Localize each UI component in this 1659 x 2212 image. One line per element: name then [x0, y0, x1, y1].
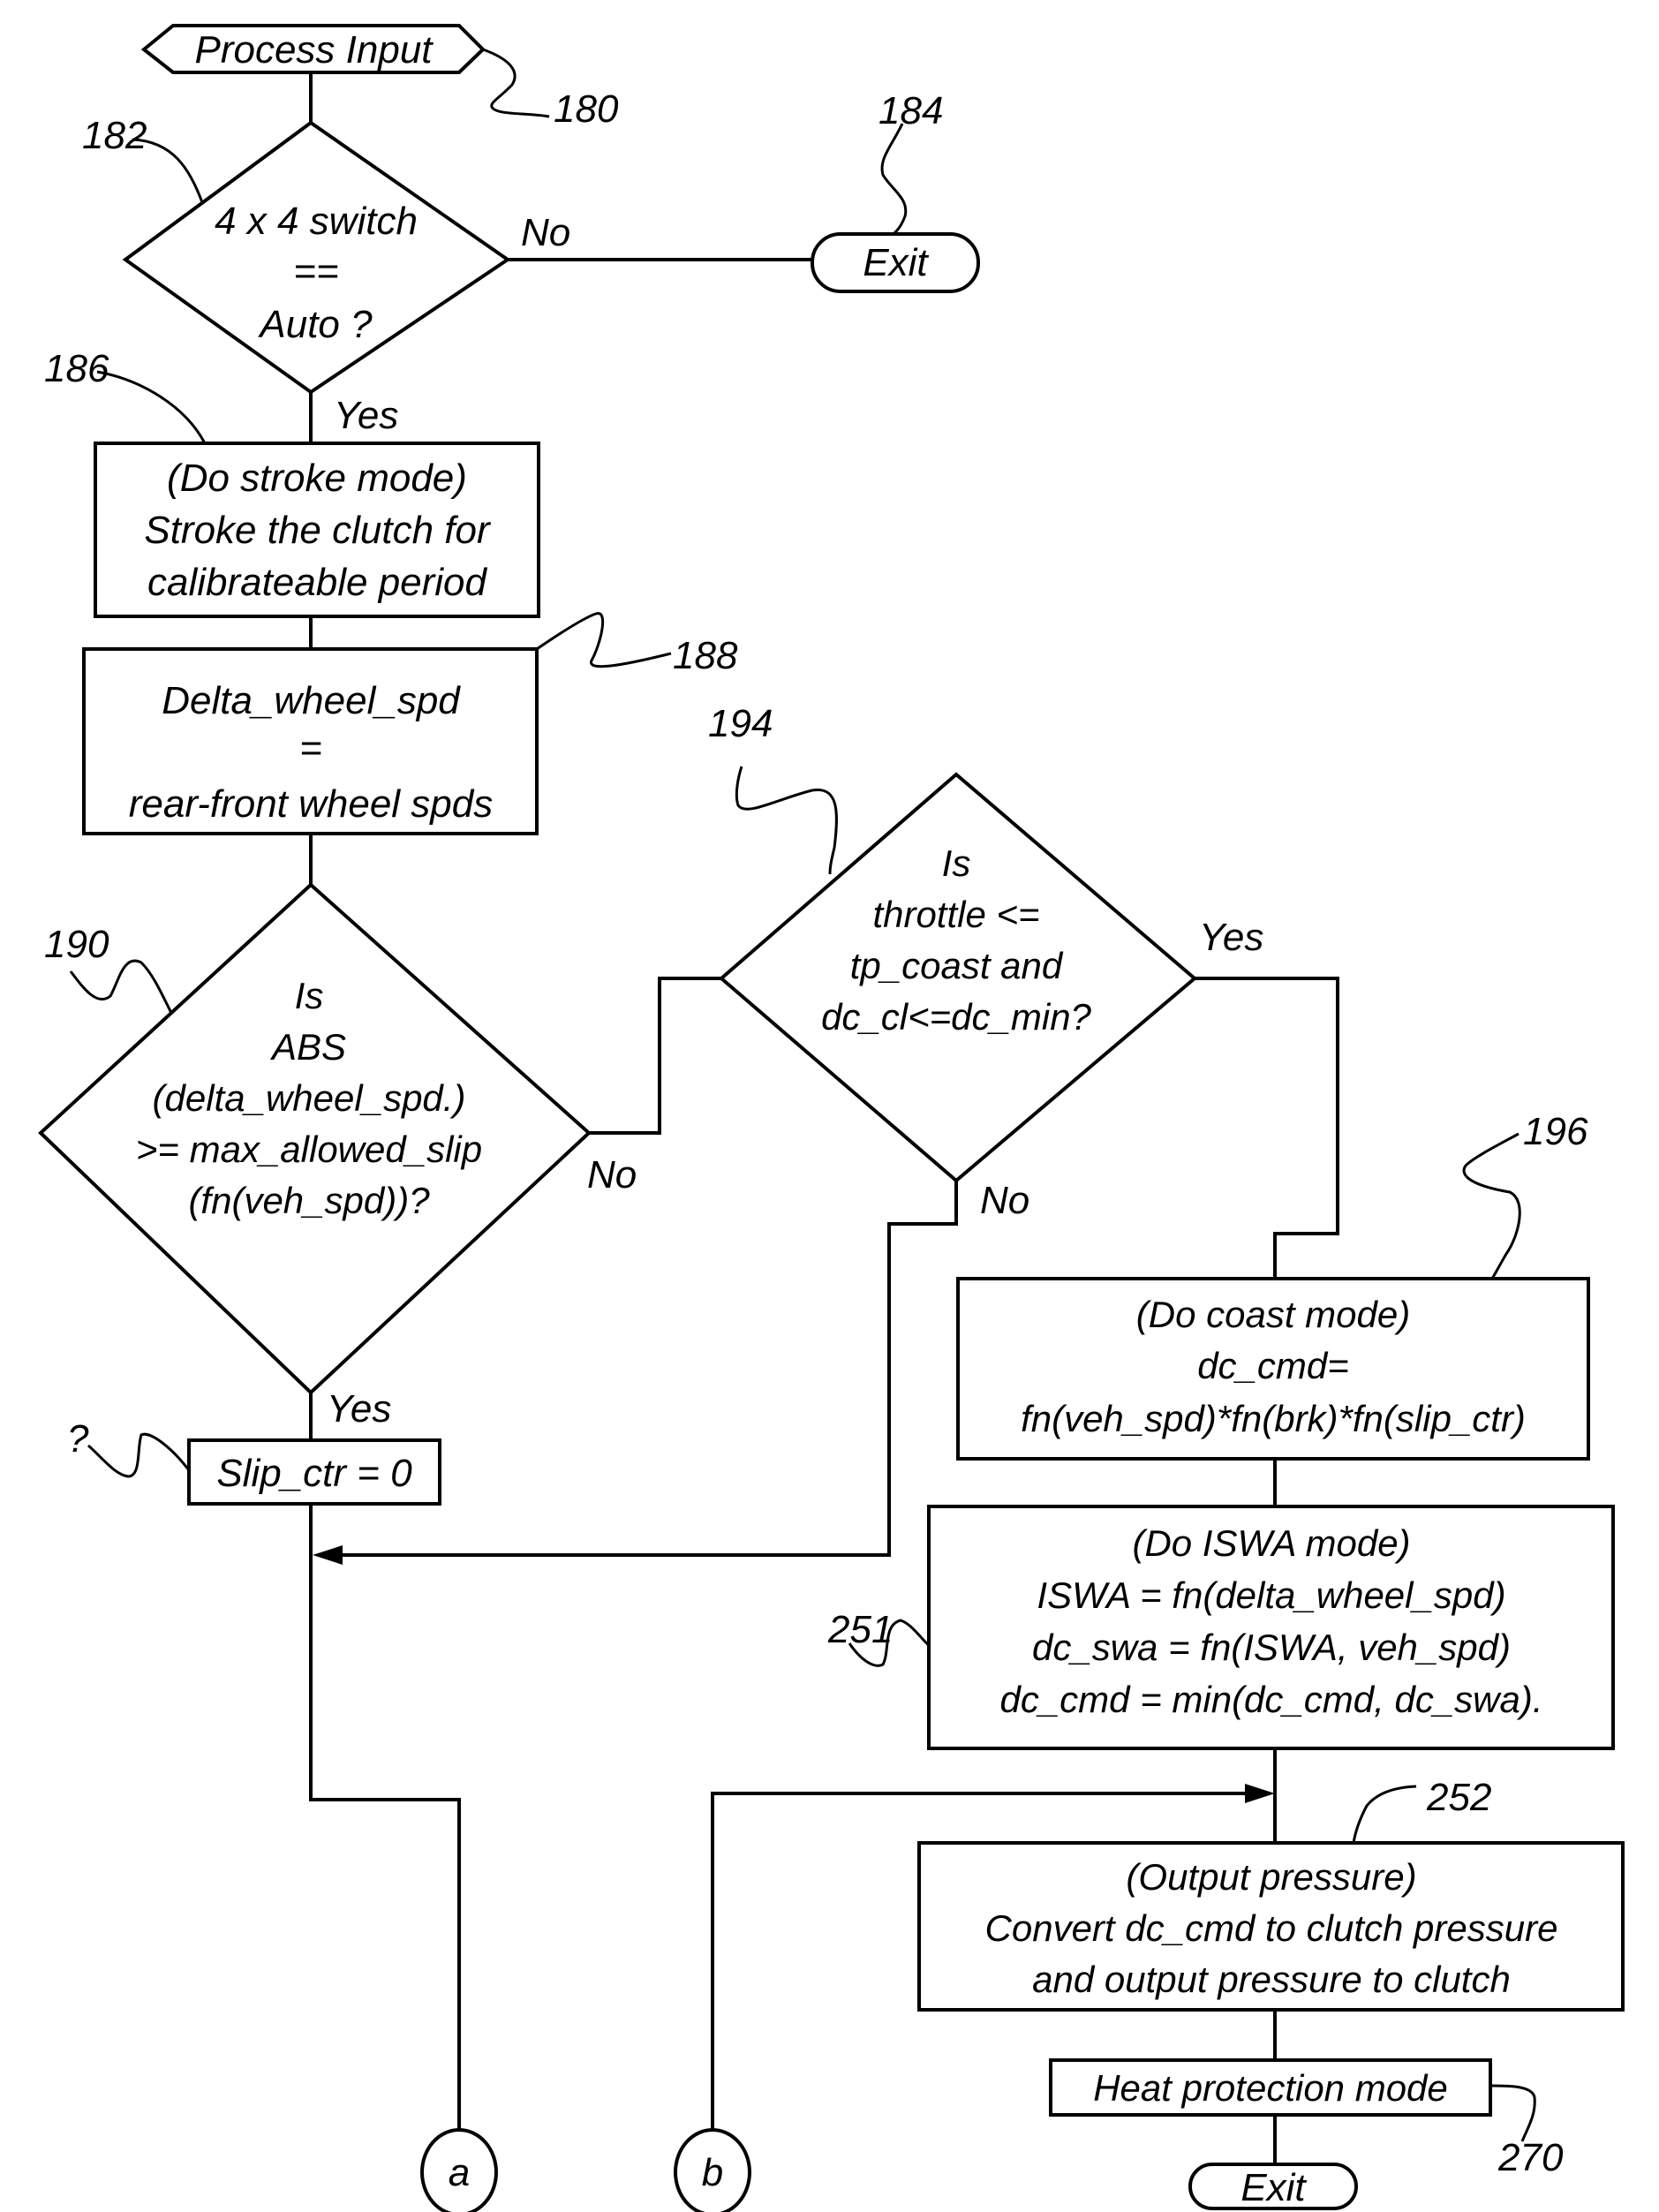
switch-check-line-3: Auto ? [257, 303, 373, 346]
ref-186: 186 [44, 347, 109, 390]
node-process-input[interactable]: Process Input [140, 24, 486, 74]
leader-slip-ref [87, 1432, 191, 1478]
switch-yes-label: Yes [334, 394, 398, 437]
abs-no-label: No [587, 1153, 637, 1197]
leader-190 [69, 959, 177, 1021]
ref-252: 252 [1426, 1776, 1491, 1819]
leader-180 [482, 48, 550, 118]
abs-yes-label: Yes [327, 1387, 391, 1431]
throttle-check-line-3: tp_coast and [850, 945, 1064, 986]
node-slip-reset[interactable]: Slip_ctr = 0 [187, 1438, 441, 1506]
ref-190: 190 [44, 923, 109, 966]
edge-slip-to-a [309, 1504, 461, 2131]
leader-252 [1352, 1785, 1417, 1844]
abs-check-line-3: (delta_wheel_spd.) [153, 1077, 466, 1119]
heat-protection-label: Heat protection mode [1093, 2067, 1448, 2109]
throttle-yes-label: Yes [1199, 916, 1263, 959]
switch-check-line-1: 4 x 4 switch [215, 200, 418, 243]
leader-196 [1462, 1132, 1521, 1280]
node-output-pressure[interactable]: (Output pressure) Convert dc_cmd to clut… [917, 1841, 1625, 2012]
node-exit-bottom[interactable]: Exit [1188, 2163, 1358, 2210]
arrowhead-b-right [1245, 1784, 1275, 1803]
exit-bottom-label: Exit [1240, 2166, 1307, 2209]
process-input-label: Process Input [194, 28, 434, 72]
iswa-mode-line-3: dc_swa = fn(ISWA, veh_spd) [1032, 1627, 1511, 1668]
output-pressure-line-2: Convert dc_cmd to clutch pressure [985, 1907, 1558, 1949]
connector-b[interactable]: b [674, 2128, 751, 2212]
edge-abs-no-to-throttle [589, 977, 721, 1135]
output-pressure-line-3: and output pressure to clutch [1032, 1959, 1511, 2000]
ref-270: 270 [1497, 2136, 1564, 2179]
iswa-mode-line-1: (Do ISWA mode) [1132, 1522, 1410, 1564]
flowchart: Process Input 180 4 x 4 switch == Auto ?… [38, 24, 1625, 2212]
delta-wheel-line-1: Delta_wheel_spd [162, 679, 461, 722]
node-coast-mode[interactable]: (Do coast mode) dc_cmd= fn(veh_spd)*fn(b… [956, 1277, 1590, 1461]
coast-mode-line-3: fn(veh_spd)*fn(brk)*fn(slip_ctr) [1021, 1398, 1526, 1439]
switch-check-line-2: == [293, 250, 338, 293]
iswa-mode-line-2: ISWA = fn(delta_wheel_spd) [1037, 1574, 1505, 1616]
output-pressure-line-1: (Output pressure) [1126, 1856, 1416, 1898]
throttle-check-line-4: dc_cl<=dc_min? [821, 996, 1091, 1038]
throttle-no-label: No [980, 1179, 1029, 1222]
ref-251: 251 [827, 1608, 893, 1651]
connector-b-label: b [702, 2151, 723, 2194]
connector-a-label: a [449, 2151, 470, 2194]
slip-reset-label: Slip_ctr = 0 [216, 1452, 412, 1495]
connector-a[interactable]: a [420, 2128, 498, 2212]
ref-180: 180 [554, 87, 619, 131]
node-delta-wheel[interactable]: Delta_wheel_spd = rear-front wheel spds [82, 647, 539, 835]
ref-182: 182 [82, 114, 147, 157]
ref-slip-reset: ? [67, 1417, 89, 1461]
throttle-check-line-2: throttle <= [872, 894, 1039, 935]
ref-194: 194 [708, 702, 773, 745]
exit-top-label: Exit [863, 241, 929, 284]
coast-mode-line-1: (Do coast mode) [1136, 1294, 1410, 1335]
coast-mode-line-2: dc_cmd= [1197, 1345, 1349, 1386]
arrowhead-merge-left [313, 1545, 343, 1565]
leader-194 [735, 766, 838, 875]
delta-wheel-line-2: = [299, 727, 322, 770]
throttle-check-line-1: Is [942, 842, 971, 884]
switch-no-label: No [521, 211, 570, 254]
node-abs-check[interactable]: Is ABS (delta_wheel_spd.) >= max_allowed… [38, 882, 592, 1395]
node-stroke-mode[interactable]: (Do stroke mode) Stroke the clutch for c… [94, 442, 540, 618]
abs-check-line-2: ABS [269, 1026, 346, 1068]
stroke-mode-line-2: Stroke the clutch for [144, 509, 492, 552]
stroke-mode-line-3: calibrateable period [147, 561, 488, 604]
delta-wheel-line-3: rear-front wheel spds [129, 782, 494, 826]
edge-throttle-yes-to-coast [1195, 977, 1339, 1279]
leader-186 [96, 370, 207, 444]
ref-184: 184 [879, 89, 943, 132]
iswa-mode-line-4: dc_cmd = min(dc_cmd, dc_swa). [999, 1679, 1542, 1720]
leader-184 [880, 123, 908, 236]
leader-188 [536, 612, 672, 668]
stroke-mode-line-1: (Do stroke mode) [167, 457, 467, 500]
node-iswa-mode[interactable]: (Do ISWA mode) ISWA = fn(delta_wheel_spd… [927, 1505, 1615, 1750]
ref-188: 188 [673, 634, 738, 677]
node-heat-protection[interactable]: Heat protection mode [1049, 2058, 1492, 2117]
abs-check-line-5: (fn(veh_spd))? [188, 1180, 430, 1221]
ref-196: 196 [1523, 1110, 1588, 1153]
leader-270 [1489, 2084, 1536, 2142]
abs-check-line-4: >= max_allowed_slip [136, 1129, 482, 1170]
node-exit-top[interactable]: Exit [811, 232, 980, 293]
abs-check-line-1: Is [295, 975, 324, 1016]
node-throttle-check[interactable]: Is throttle <= tp_coast and dc_cl<=dc_mi… [718, 772, 1198, 1183]
